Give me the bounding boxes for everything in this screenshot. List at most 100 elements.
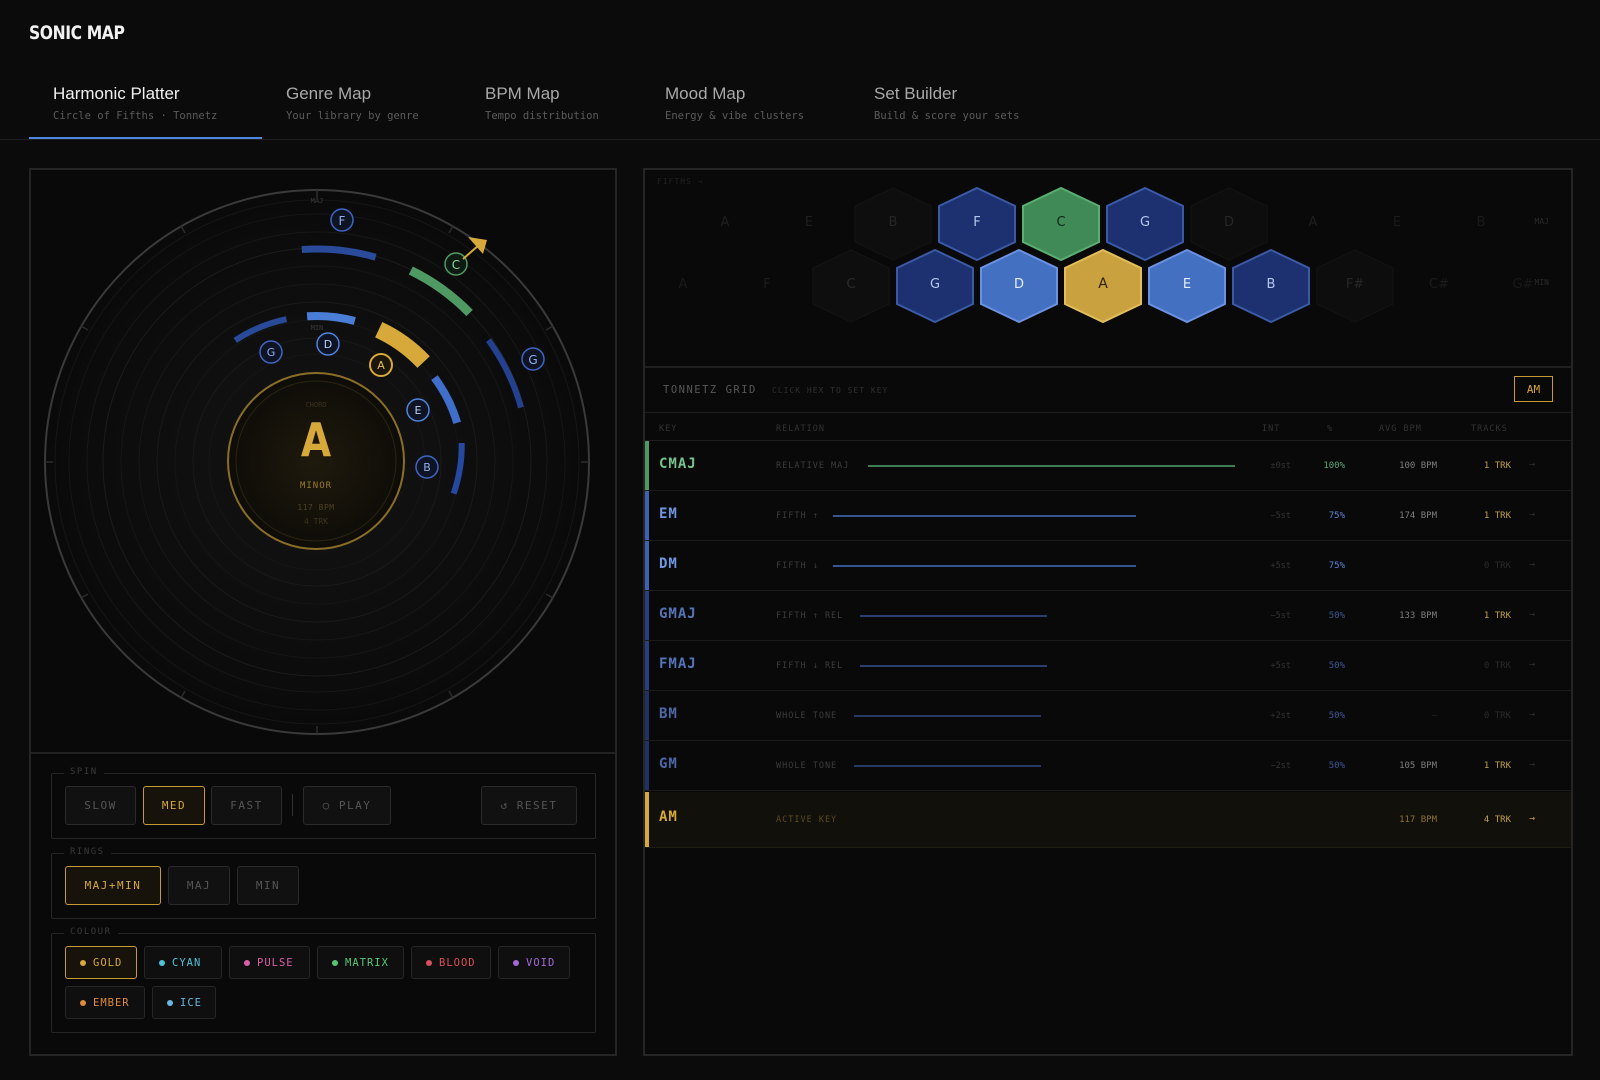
row-arrow-icon[interactable]: → [1529,709,1535,720]
main-tabs: Harmonic Platter Circle of Fifths · Tonn… [29,76,1070,140]
row-key: AM [659,809,678,825]
rings-maj-min-button[interactable]: MAJ+MIN [65,866,161,905]
table-row[interactable]: GM WHOLE TONE −2st 50% 105 BPM 1 TRK → [645,741,1571,791]
svg-text:D: D [324,338,332,351]
table-row[interactable]: GMAJ FIFTH ↑ REL −5st 50% 133 BPM 1 TRK … [645,591,1571,641]
col-header-int: INT [1262,424,1281,434]
rings-maj-button[interactable]: MAJ [168,866,230,905]
row-key: BM [659,706,678,722]
svg-text:F: F [763,277,770,292]
colour-dot [332,959,338,966]
tab-harmonic-platter[interactable]: Harmonic Platter Circle of Fifths · Tonn… [29,76,262,140]
table-row[interactable]: BM WHOLE TONE +2st 50% — 0 TRK → [645,691,1571,741]
row-color-bar [645,541,649,590]
chip-label: PULSE [257,956,294,969]
row-interval: −5st [1270,511,1291,521]
row-percent: 75% [1328,561,1345,571]
colour-cyan-chip[interactable]: CYAN [144,946,222,979]
table-row[interactable]: FMAJ FIFTH ↓ REL +5st 50% 0 TRK → [645,641,1571,691]
tonnetz-hex-grid[interactable]: FIFTHS → MAJ MIN A E B F C G D A E B A F… [645,170,1571,368]
col-header-key: KEY [659,424,678,434]
ring-label-minor: MIN [311,324,324,332]
spin-slow-button[interactable]: SLOW [65,786,136,825]
rings-min-button[interactable]: MIN [237,866,299,905]
row-arrow-icon[interactable]: → [1529,759,1535,770]
row-key: FMAJ [659,656,697,672]
tab-mood-map[interactable]: Mood Map Energy & vibe clusters [641,76,850,140]
row-relation: RELATIVE MAJ [776,461,850,471]
row-color-bar [645,491,649,540]
row-tracks: 1 TRK [1483,611,1511,621]
minor-node-g: G [259,340,283,364]
major-node-f: F [330,208,354,232]
svg-text:E: E [1183,277,1191,292]
colour-matrix-chip[interactable]: MATRIX [317,946,404,979]
colour-dot [159,959,165,966]
row-avg-bpm: 105 BPM [1399,761,1437,771]
ring-label-major: MAJ [311,197,324,205]
colour-dot [80,959,86,966]
hex-top-e-dim: E [805,215,813,230]
tonnetz-toolbar: TONNETZ GRID CLICK HEX TO SET KEY AM [645,368,1571,413]
platter-area[interactable]: MAJ MIN F C G G D A E B CHORD A MINOR 11… [31,170,615,754]
row-arrow-icon[interactable]: → [1529,559,1535,570]
row-avg-bpm: 174 BPM [1399,511,1437,521]
svg-text:D: D [1014,277,1024,292]
colour-pulse-chip[interactable]: PULSE [229,946,310,979]
row-tracks: 1 TRK [1483,461,1511,471]
svg-text:B: B [423,461,431,474]
hex-bottom-g-sharp-dim: G# [1513,277,1534,292]
svg-text:E: E [1393,215,1401,230]
colour-blood-chip[interactable]: BLOOD [411,946,491,979]
table-row[interactable]: EM FIFTH ↑ −5st 75% 174 BPM 1 TRK → [645,491,1571,541]
current-key-badge[interactable]: AM [1514,376,1553,402]
row-interval: ±0st [1270,461,1291,471]
tab-bpm-map[interactable]: BPM Map Tempo distribution [461,76,641,140]
play-button[interactable]: ○ PLAY [303,786,391,825]
table-row[interactable]: DM FIFTH ↓ +5st 75% 0 TRK → [645,541,1571,591]
row-relation: WHOLE TONE [776,761,838,771]
colour-label: COLOUR [64,927,118,937]
tab-genre-map[interactable]: Genre Map Your library by genre [262,76,461,140]
row-percent: 50% [1328,611,1345,621]
tab-title: Mood Map [665,84,746,103]
tab-title: Harmonic Platter [53,84,180,103]
svg-text:G: G [528,353,537,367]
colour-ice-chip[interactable]: ICE [152,986,216,1019]
hex-bottom-c-sharp-dim: C# [1429,277,1449,292]
row-arrow-icon[interactable]: → [1529,609,1535,620]
tab-set-builder[interactable]: Set Builder Build & score your sets [850,76,1070,140]
row-interval: +2st [1270,711,1291,721]
tab-subtitle: Tempo distribution [485,110,599,122]
row-arrow-icon[interactable]: → [1529,659,1535,670]
major-node-c: C [444,252,468,276]
spin-fast-button[interactable]: FAST [211,786,282,825]
tab-title: Set Builder [874,84,958,103]
spin-med-button[interactable]: MED [143,786,205,825]
center-key-letter: A [300,413,332,467]
colour-ember-chip[interactable]: EMBER [65,986,145,1019]
row-arrow-icon[interactable]: → [1529,459,1535,470]
minor-node-b: B [415,455,439,479]
reset-button[interactable]: ↺ RESET [481,786,577,825]
row-key: GMAJ [659,606,697,622]
row-color-bar [645,741,649,790]
header-divider [0,139,1600,140]
row-percent: 75% [1328,511,1345,521]
colour-dot [513,959,519,966]
colour-void-chip[interactable]: VOID [498,946,570,979]
row-avg-bpm: 100 BPM [1399,461,1437,471]
hex-top-e2-dim: E [1393,215,1401,230]
svg-text:C: C [452,258,460,272]
spin-separator [292,794,293,816]
table-row-active-key[interactable]: AM ACTIVE KEY 117 BPM 4 TRK → [645,792,1571,848]
table-row[interactable]: CMAJ RELATIVE MAJ ±0st 100% 100 BPM 1 TR… [645,441,1571,491]
hex-grid-svg[interactable]: FIFTHS → MAJ MIN A E B F C G D A E B A F… [645,170,1571,368]
row-interval: +5st [1270,661,1291,671]
row-arrow-icon[interactable]: → [1529,509,1535,520]
colour-gold-chip[interactable]: GOLD [65,946,137,979]
row-strength-line [854,765,1041,767]
hex-top-b-dim: B [854,187,932,261]
row-arrow-icon[interactable]: → [1529,813,1535,824]
svg-text:E: E [415,404,422,417]
